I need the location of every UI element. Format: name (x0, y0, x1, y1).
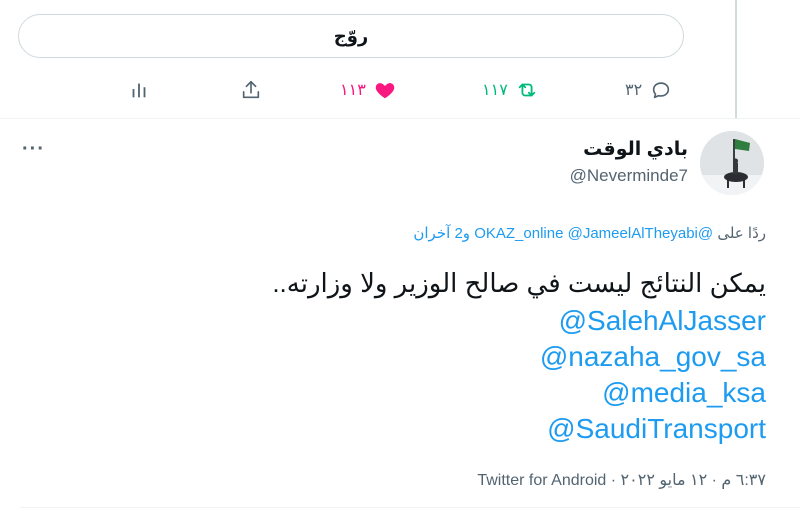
share-button[interactable] (240, 78, 262, 102)
avatar-image (700, 131, 764, 195)
divider (0, 118, 800, 119)
meta-separator: · (610, 472, 617, 489)
author-handle[interactable]: @Neverminde7 (570, 166, 688, 186)
mention-link[interactable]: @SalehAlJasser (540, 303, 766, 339)
replying-to: ردًا على @OKAZ_online @JameelAlTheyabi و… (413, 224, 766, 242)
reply-mention-link[interactable]: @JameelAlTheyabi (568, 225, 698, 242)
retweet-count: ١١٧ (482, 82, 508, 99)
meta-separator: · (711, 472, 717, 489)
more-icon[interactable]: ··· (22, 138, 45, 161)
tweet-mentions: @SalehAlJasser @nazaha_gov_sa @media_ksa… (540, 303, 766, 447)
mention-link[interactable]: @media_ksa (540, 375, 766, 411)
divider (20, 507, 800, 508)
replying-prefix: ردًا على (717, 225, 766, 242)
reply-button[interactable]: ٣٢ (625, 78, 672, 102)
like-count: ١١٣ (340, 82, 366, 99)
promote-label: روّج (333, 25, 369, 46)
mention-link[interactable]: @SaudiTransport (540, 411, 766, 447)
reply-count: ٣٢ (625, 82, 643, 99)
promote-button[interactable]: روّج (18, 14, 684, 58)
retweet-icon (518, 83, 536, 97)
like-button[interactable]: ١١٣ (340, 78, 396, 102)
avatar[interactable] (700, 131, 764, 195)
tweet-actions-bar: ١١٣ ١١٧ ٣٢ (0, 78, 800, 102)
author-name[interactable]: بادي الوقت (583, 138, 688, 161)
reply-others-link[interactable]: و2 آخران (413, 225, 470, 242)
tweet-time[interactable]: ٦:٣٧ م (721, 472, 766, 489)
comment-icon (653, 82, 670, 99)
tweet-source[interactable]: Twitter for Android (477, 472, 606, 489)
tweet-text: يمكن النتائج ليست في صالح الوزير ولا وزا… (272, 268, 766, 298)
tweet-date[interactable]: ١٢ مايو ٢٠٢٢ (621, 472, 708, 489)
heart-icon (375, 83, 395, 99)
analytics-icon (132, 83, 146, 98)
analytics-button[interactable] (128, 78, 150, 102)
retweet-button[interactable]: ١١٧ (482, 78, 538, 102)
share-icon (242, 80, 260, 99)
tweet-metadata: ٦:٣٧ م · ١٢ مايو ٢٠٢٢ · Twitter for Andr… (477, 470, 766, 490)
mention-link[interactable]: @nazaha_gov_sa (540, 339, 766, 375)
